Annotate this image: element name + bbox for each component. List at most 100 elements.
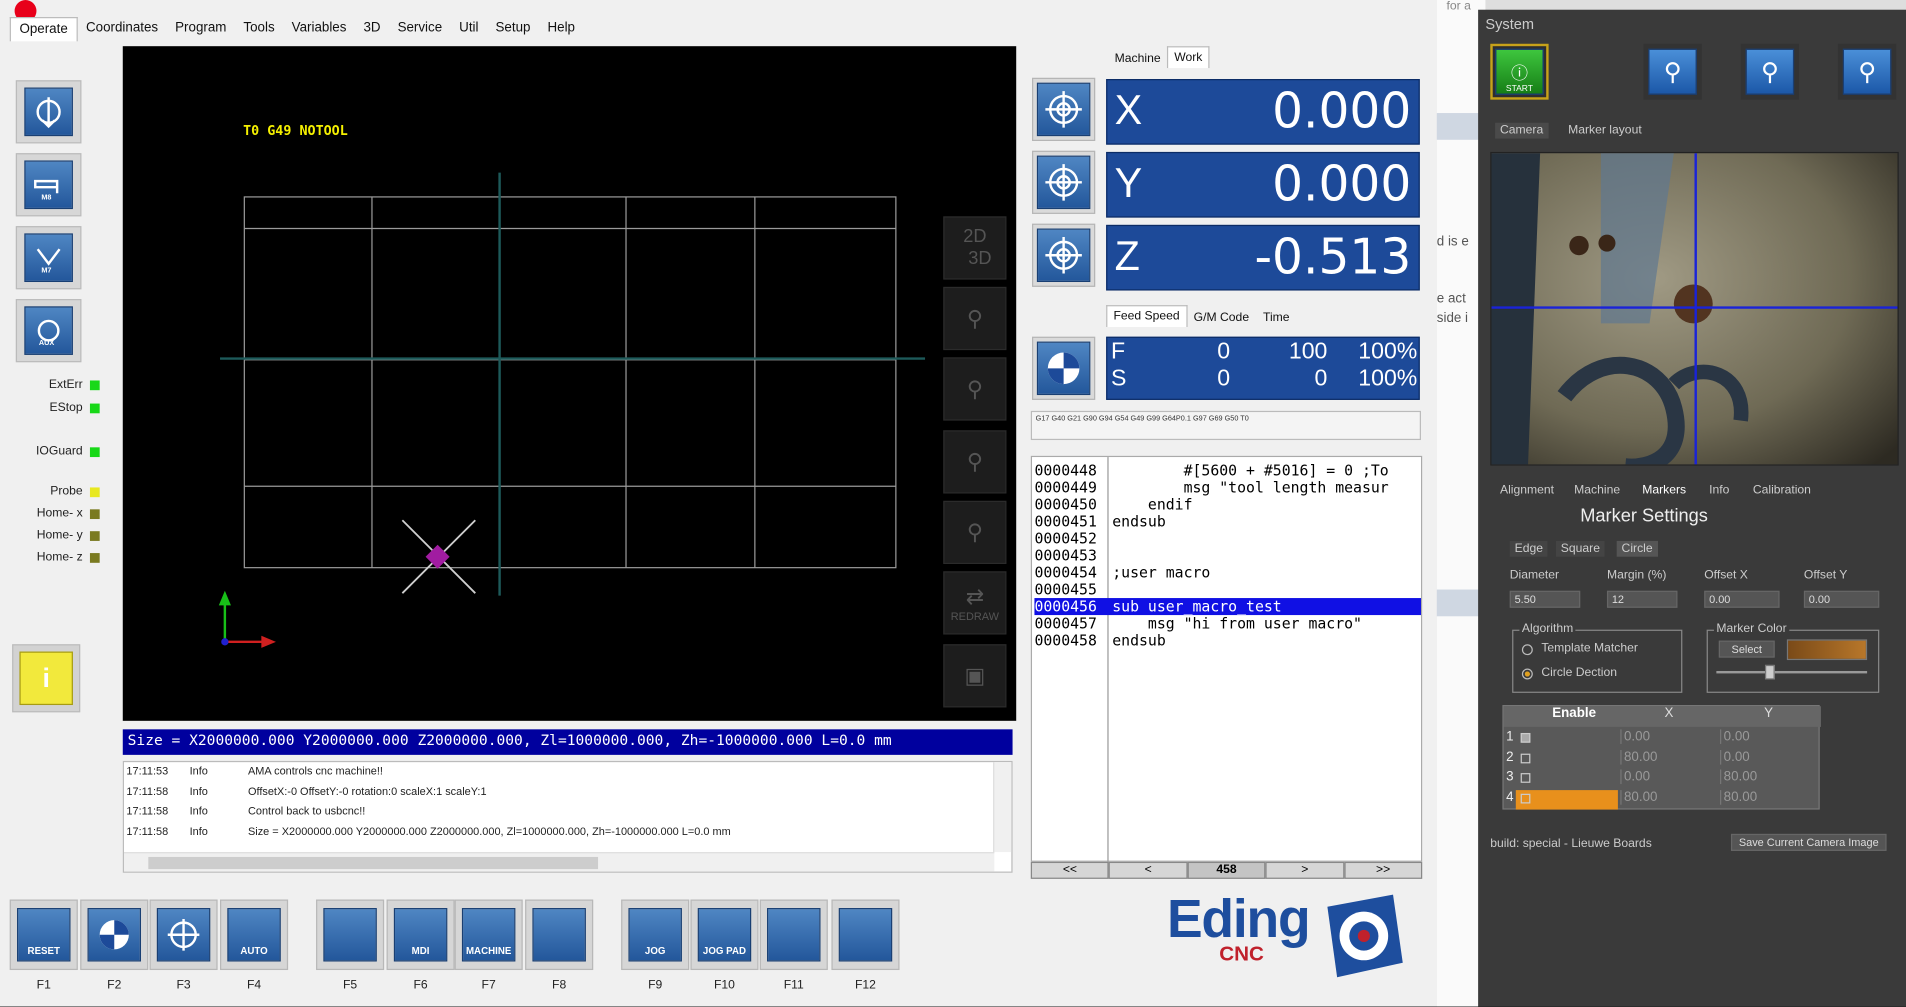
tab-gm-code[interactable]: G/M Code bbox=[1188, 308, 1256, 330]
next-page-button[interactable]: > bbox=[1265, 861, 1344, 879]
enable-cell[interactable] bbox=[1516, 729, 1618, 748]
fkey-f9-button[interactable]: JOG bbox=[621, 899, 690, 971]
gcode-line[interactable]: 0000456 sub user_macro_test bbox=[1034, 598, 1421, 616]
fkey-f7-button[interactable]: MACHINE bbox=[454, 899, 523, 971]
enable-cell[interactable] bbox=[1516, 749, 1618, 768]
enable-checkbox[interactable] bbox=[1520, 773, 1531, 783]
fkey-f5-button[interactable] bbox=[316, 899, 385, 971]
zoom-in-button[interactable]: ⚲ bbox=[943, 430, 1007, 494]
menu-util[interactable]: Util bbox=[451, 17, 487, 41]
zoom-in-camera-button[interactable]: ⚲ bbox=[1643, 43, 1702, 100]
tab-work[interactable]: Work bbox=[1166, 46, 1210, 69]
tab-machine[interactable]: Machine bbox=[1109, 49, 1167, 71]
marker-table[interactable]: Enable X Y 1 0.00 0.00 2 80.00 0.00 3 0.00 80.00… bbox=[1502, 705, 1821, 810]
view-box-button[interactable]: ▣ bbox=[943, 644, 1007, 708]
tab-camera[interactable]: Camera bbox=[1495, 122, 1549, 139]
first-page-button[interactable]: << bbox=[1030, 861, 1110, 879]
gcode-line[interactable]: 0000448 #[5600 + #5016] = 0 ;To bbox=[1034, 462, 1421, 479]
enable-checkbox[interactable] bbox=[1520, 793, 1531, 803]
fkey-f2-button[interactable] bbox=[80, 899, 149, 971]
marker-row[interactable]: 3 0.00 80.00 bbox=[1504, 769, 1821, 788]
color-slider-track[interactable] bbox=[1716, 670, 1868, 674]
menu-variables[interactable]: Variables bbox=[283, 17, 355, 41]
enable-cell[interactable] bbox=[1515, 789, 1618, 809]
m8-coolant-button[interactable] bbox=[15, 153, 82, 217]
marker-row[interactable]: 1 0.00 0.00 bbox=[1504, 729, 1821, 748]
fkey-f11-button[interactable] bbox=[759, 899, 828, 971]
zero-x-button[interactable] bbox=[1032, 77, 1096, 142]
tab-circle[interactable]: Circle bbox=[1616, 540, 1658, 557]
enable-checkbox[interactable] bbox=[1520, 732, 1531, 743]
field-input-1[interactable]: 12 bbox=[1606, 590, 1678, 608]
field-input-2[interactable]: 0.00 bbox=[1704, 590, 1780, 608]
template-matcher-radio[interactable] bbox=[1521, 644, 1533, 656]
gcode-line[interactable]: 0000454 ;user macro bbox=[1034, 564, 1421, 581]
last-page-button[interactable]: >> bbox=[1343, 861, 1423, 879]
gcode-line[interactable]: 0000458 endsub bbox=[1034, 632, 1421, 649]
tab-info[interactable]: Info bbox=[1709, 484, 1729, 497]
zoom-fit-camera-button[interactable]: ⚲ bbox=[1837, 43, 1897, 100]
fkey-f4-button[interactable]: AUTO bbox=[220, 899, 289, 971]
color-slider-thumb[interactable] bbox=[1764, 664, 1775, 680]
tab-markers[interactable]: Markers bbox=[1642, 484, 1686, 497]
circle-detection-radio[interactable] bbox=[1521, 668, 1533, 680]
gcode-line[interactable]: 0000451 endsub bbox=[1034, 513, 1421, 530]
menu-coordinates[interactable]: Coordinates bbox=[77, 17, 166, 41]
gcode-line[interactable]: 0000449 msg "tool length measur bbox=[1034, 479, 1421, 496]
enable-cell[interactable] bbox=[1516, 769, 1618, 788]
enable-checkbox[interactable] bbox=[1520, 753, 1531, 763]
fkey-f6-button[interactable]: MDI bbox=[386, 899, 455, 971]
start-button[interactable]: ⓘ START bbox=[1490, 43, 1549, 100]
fkey-f12-button[interactable] bbox=[831, 899, 900, 971]
tab-square[interactable]: Square bbox=[1555, 540, 1605, 557]
jog-mode-button[interactable] bbox=[15, 80, 82, 144]
menu-operate[interactable]: Operate bbox=[9, 17, 78, 42]
field-input-0[interactable]: 5.50 bbox=[1509, 590, 1581, 608]
m7-mist-button[interactable] bbox=[15, 226, 82, 290]
save-camera-image-button[interactable]: Save Current Camera Image bbox=[1730, 833, 1887, 851]
menu-program[interactable]: Program bbox=[167, 17, 235, 41]
fkey-f10-button[interactable]: JOG PAD bbox=[690, 899, 759, 971]
gcode-listing[interactable]: 0000448 #[5600 + #5016] = 0 ;To 0000449 m… bbox=[1030, 455, 1423, 864]
log-vertical-scrollbar[interactable] bbox=[993, 762, 1012, 853]
log-horizontal-scrollbar[interactable] bbox=[123, 852, 995, 872]
zero-z-button[interactable] bbox=[1032, 223, 1096, 287]
tab-marker-layout[interactable]: Marker layout bbox=[1563, 123, 1646, 139]
redraw-button[interactable]: ⇄ REDRAW bbox=[943, 571, 1007, 635]
zoom-out-button[interactable]: ⚲ bbox=[943, 357, 1007, 421]
tab-time[interactable]: Time bbox=[1257, 308, 1296, 330]
zoom-fit-button[interactable]: ⚲ bbox=[943, 286, 1007, 351]
gcode-line[interactable]: 0000453 bbox=[1034, 547, 1421, 564]
tab-alignment[interactable]: Alignment bbox=[1500, 484, 1554, 497]
menu-tools[interactable]: Tools bbox=[235, 17, 283, 41]
tab-feed-speed[interactable]: Feed Speed bbox=[1106, 305, 1187, 327]
marker-row[interactable]: 2 80.00 0.00 bbox=[1504, 749, 1821, 768]
gcode-line[interactable]: 0000452 bbox=[1034, 530, 1421, 547]
fkey-f1-button[interactable]: RESET bbox=[9, 899, 78, 971]
menu-help[interactable]: Help bbox=[539, 17, 584, 41]
menu-3d[interactable]: 3D bbox=[355, 17, 389, 41]
marker-row[interactable]: 4 80.00 80.00 bbox=[1504, 789, 1821, 809]
gcode-line[interactable]: 0000457 msg "hi from user macro" bbox=[1034, 615, 1421, 632]
camera-view[interactable] bbox=[1490, 151, 1899, 466]
tab-machine[interactable]: Machine bbox=[1574, 484, 1620, 497]
fkey-f3-button[interactable] bbox=[149, 899, 218, 971]
graphics-viewport[interactable]: T0 G49 NOTOOL bbox=[122, 46, 1017, 721]
tab-edge[interactable]: Edge bbox=[1509, 540, 1548, 557]
prev-page-button[interactable]: < bbox=[1109, 861, 1188, 879]
toggle-2d-3d-button[interactable]: 2D 3D bbox=[943, 216, 1007, 280]
gcode-line[interactable]: 0000450 endif bbox=[1034, 496, 1421, 513]
zoom-window-button[interactable]: ⚲ bbox=[943, 500, 1007, 565]
gcode-line[interactable]: 0000455 bbox=[1034, 581, 1421, 598]
spindle-button[interactable] bbox=[1032, 336, 1096, 400]
scroll-thumb[interactable] bbox=[148, 856, 599, 870]
zero-y-button[interactable] bbox=[1032, 150, 1096, 214]
select-color-button[interactable]: Select bbox=[1718, 640, 1775, 658]
zoom-out-camera-button[interactable]: ⚲ bbox=[1740, 43, 1800, 100]
info-button[interactable]: i bbox=[12, 644, 81, 713]
aux-button[interactable] bbox=[15, 299, 82, 363]
fkey-f8-button[interactable] bbox=[525, 899, 594, 971]
tab-calibration[interactable]: Calibration bbox=[1753, 484, 1811, 497]
menu-service[interactable]: Service bbox=[389, 17, 451, 41]
menu-setup[interactable]: Setup bbox=[487, 17, 539, 41]
